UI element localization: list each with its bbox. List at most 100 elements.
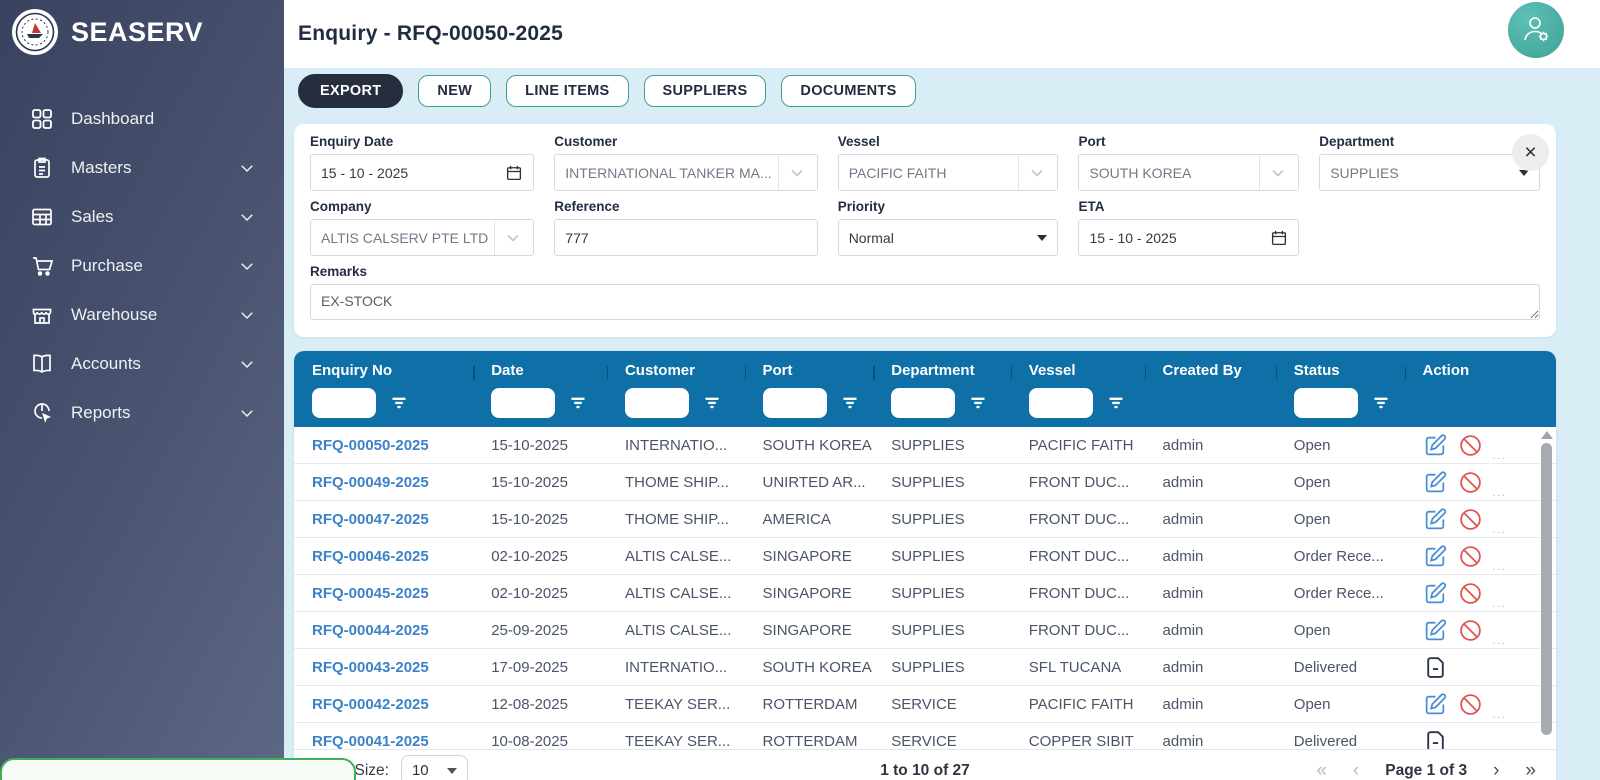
column-header-vessel[interactable]: Vessel — [1011, 362, 1145, 379]
cell-enquiry_no[interactable]: RFQ-00041-2025 — [294, 733, 473, 750]
filter-icon[interactable] — [703, 394, 721, 412]
edit-icon[interactable] — [1423, 692, 1448, 717]
scrollbar-thumb[interactable] — [1541, 443, 1552, 735]
cell-vessel: FRONT DUC... — [1011, 585, 1145, 602]
cancel-icon[interactable] — [1458, 581, 1483, 606]
customer-label: Customer — [554, 134, 817, 149]
cell-enquiry_no[interactable]: RFQ-00047-2025 — [294, 511, 473, 528]
last-page-button[interactable]: » — [1525, 761, 1536, 780]
edit-icon[interactable] — [1423, 470, 1448, 495]
edit-icon[interactable] — [1423, 507, 1448, 532]
filter-icon[interactable] — [969, 394, 987, 412]
field-eta: ETA 15 - 10 - 2025 — [1078, 199, 1299, 256]
line-items-button[interactable]: LINE ITEMS — [506, 75, 628, 107]
column-header-date[interactable]: Date — [473, 362, 607, 379]
reference-input[interactable]: 777 — [554, 219, 817, 256]
filter-icon[interactable] — [841, 394, 859, 412]
cancel-icon[interactable] — [1458, 544, 1483, 569]
more-options-icon[interactable]: ... — [1493, 598, 1507, 610]
eta-input[interactable]: 15 - 10 - 2025 — [1078, 219, 1299, 256]
export-button[interactable]: EXPORT — [298, 74, 403, 108]
cell-customer: INTERNATIO... — [607, 659, 745, 676]
filter-input-vessel[interactable] — [1029, 388, 1093, 418]
column-header-action[interactable]: Action — [1405, 362, 1557, 379]
cell-enquiry_no[interactable]: RFQ-00050-2025 — [294, 437, 473, 454]
cell-enquiry_no[interactable]: RFQ-00046-2025 — [294, 548, 473, 565]
cell-enquiry_no[interactable]: RFQ-00049-2025 — [294, 474, 473, 491]
column-header-created_by[interactable]: Created By — [1145, 362, 1276, 379]
vessel-select[interactable]: PACIFIC FAITH — [838, 154, 1059, 191]
column-header-port[interactable]: Port — [745, 362, 874, 379]
suppliers-button[interactable]: SUPPLIERS — [644, 75, 767, 107]
cell-enquiry_no[interactable]: RFQ-00045-2025 — [294, 585, 473, 602]
sidebar-item-sales[interactable]: Sales — [0, 192, 284, 241]
sidebar-item-accounts[interactable]: Accounts — [0, 339, 284, 388]
customer-select[interactable]: INTERNATIONAL TANKER MA... — [554, 154, 817, 191]
cancel-icon[interactable] — [1458, 470, 1483, 495]
more-options-icon[interactable]: ... — [1493, 487, 1507, 499]
prev-page-button[interactable]: ‹ — [1353, 761, 1359, 780]
company-select[interactable]: ALTIS CALSERV PTE LTD — [310, 219, 534, 256]
column-header-department[interactable]: Department — [873, 362, 1011, 379]
cancel-icon[interactable] — [1458, 618, 1483, 643]
notification-toast[interactable] — [0, 758, 356, 780]
cell-enquiry_no[interactable]: RFQ-00044-2025 — [294, 622, 473, 639]
content-area: × Enquiry Date 15 - 10 - 2025 Customer — [284, 124, 1600, 780]
filter-input-status[interactable] — [1294, 388, 1358, 418]
new-button[interactable]: NEW — [418, 75, 491, 107]
edit-icon[interactable] — [1423, 544, 1448, 569]
company-logo[interactable] — [12, 9, 58, 55]
user-settings-button[interactable] — [1508, 2, 1564, 58]
scroll-up-icon[interactable] — [1541, 431, 1553, 439]
edit-icon[interactable] — [1423, 581, 1448, 606]
sidebar-item-masters[interactable]: Masters — [0, 143, 284, 192]
enquiry-date-input[interactable]: 15 - 10 - 2025 — [310, 154, 534, 191]
chevron-down-icon — [503, 228, 523, 248]
close-icon[interactable]: × — [1512, 134, 1549, 171]
filter-input-date[interactable] — [491, 388, 555, 418]
filter-input-customer[interactable] — [625, 388, 689, 418]
next-page-button[interactable]: › — [1493, 761, 1499, 780]
department-select[interactable]: SUPPLIES — [1319, 154, 1540, 191]
page-size-select[interactable]: 10 — [401, 755, 468, 780]
filter-icon[interactable] — [1372, 394, 1390, 412]
column-header-customer[interactable]: Customer — [607, 362, 745, 379]
column-header-status[interactable]: Status — [1276, 362, 1405, 379]
enquiry-table: Enquiry NoDateCustomerPortDepartmentVess… — [294, 351, 1556, 780]
document-icon[interactable] — [1423, 655, 1448, 680]
cancel-icon[interactable] — [1458, 692, 1483, 717]
cell-vessel: SFL TUCANA — [1011, 659, 1145, 676]
filter-icon[interactable] — [1107, 394, 1125, 412]
more-options-icon[interactable]: ... — [1493, 450, 1507, 462]
filter-input-department[interactable] — [891, 388, 955, 418]
more-options-icon[interactable]: ... — [1493, 635, 1507, 647]
page-indicator: Page 1 of 3 — [1385, 762, 1467, 780]
cancel-icon[interactable] — [1458, 433, 1483, 458]
priority-label: Priority — [838, 199, 1059, 214]
documents-button[interactable]: DOCUMENTS — [781, 75, 915, 107]
sidebar-item-purchase[interactable]: Purchase — [0, 241, 284, 290]
filter-input-port[interactable] — [763, 388, 827, 418]
edit-icon[interactable] — [1423, 433, 1448, 458]
filter-icon[interactable] — [390, 394, 408, 412]
more-options-icon[interactable]: ... — [1493, 709, 1507, 721]
edit-icon[interactable] — [1423, 618, 1448, 643]
filter-icon[interactable] — [569, 394, 587, 412]
cell-enquiry_no[interactable]: RFQ-00043-2025 — [294, 659, 473, 676]
sidebar-item-warehouse[interactable]: Warehouse — [0, 290, 284, 339]
cancel-icon[interactable] — [1458, 507, 1483, 532]
cell-actions — [1405, 729, 1557, 750]
remarks-textarea[interactable]: EX-STOCK — [310, 284, 1540, 320]
more-options-icon[interactable]: ... — [1493, 561, 1507, 573]
sidebar-item-reports[interactable]: Reports — [0, 388, 284, 437]
filter-input-enquiry_no[interactable] — [312, 388, 376, 418]
priority-select[interactable]: Normal — [838, 219, 1059, 256]
column-header-enquiry_no[interactable]: Enquiry No — [294, 362, 473, 379]
more-options-icon[interactable]: ... — [1493, 524, 1507, 536]
first-page-button[interactable]: « — [1316, 761, 1327, 780]
port-select[interactable]: SOUTH KOREA — [1078, 154, 1299, 191]
cell-status: Delivered — [1276, 659, 1405, 676]
document-icon[interactable] — [1423, 729, 1448, 750]
cell-enquiry_no[interactable]: RFQ-00042-2025 — [294, 696, 473, 713]
sidebar-item-dashboard[interactable]: Dashboard — [0, 94, 284, 143]
